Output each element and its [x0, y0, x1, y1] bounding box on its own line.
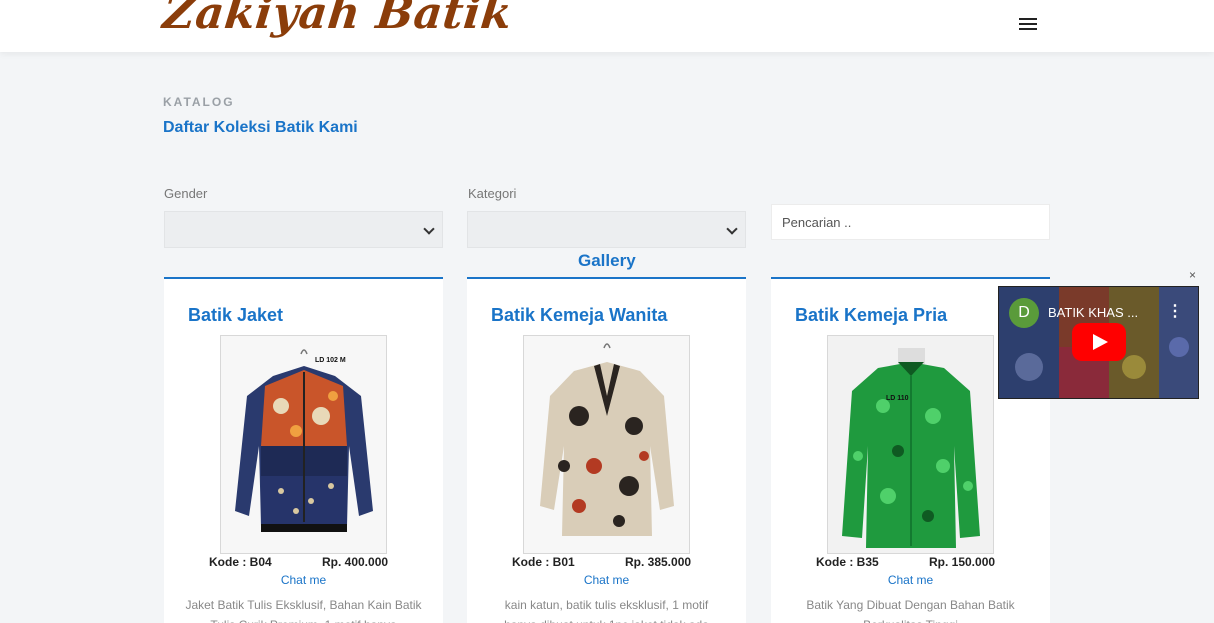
gender-label: Gender: [164, 186, 208, 201]
chevron-down-icon: [726, 223, 738, 235]
gallery-heading: Gallery: [578, 251, 636, 270]
chat-me-link[interactable]: Chat me: [467, 573, 746, 587]
product-description: Batik Yang Dibuat Dengan Bahan Batik Ber…: [806, 598, 1015, 623]
product-code: Kode : B01: [512, 555, 575, 569]
product-code: Kode : B35: [816, 555, 879, 569]
product-title[interactable]: Batik Kemeja Pria: [795, 305, 947, 326]
gender-select[interactable]: [164, 211, 443, 248]
product-description: kain katun, batik tulis eksklusif, 1 mot…: [504, 598, 709, 623]
product-price: Rp. 150.000: [929, 555, 996, 569]
product-tag: LD 110: [886, 395, 909, 402]
chat-me-link[interactable]: Chat me: [164, 573, 443, 587]
product-price: Rp. 385.000: [625, 555, 692, 569]
play-button-icon[interactable]: [1072, 323, 1126, 361]
product-price: Rp. 400.000: [322, 555, 389, 569]
chevron-down-icon: [423, 223, 435, 235]
product-description: Jaket Batik Tulis Eksklusif, Bahan Kain …: [185, 598, 422, 623]
catalog-title: Daftar Koleksi Batik Kami: [163, 119, 358, 136]
product-card: Batik Jaket LD 102 M Kode : B04 Rp. 400.…: [164, 277, 443, 623]
product-title[interactable]: Batik Jaket: [188, 305, 283, 326]
site-logo[interactable]: Zakiyah Batik: [160, 0, 514, 39]
product-title[interactable]: Batik Kemeja Wanita: [491, 305, 667, 326]
video-title[interactable]: BATIK KHAS ...: [1048, 305, 1138, 320]
kategori-select[interactable]: [467, 211, 746, 248]
hamburger-menu-icon[interactable]: [1019, 17, 1037, 31]
product-card: Batik Kemeja Wanita Kode : B01 Rp. 385.0…: [467, 277, 746, 623]
more-options-icon[interactable]: ⋮: [1167, 301, 1183, 321]
chat-me-link[interactable]: Chat me: [771, 573, 1050, 587]
kategori-label: Kategori: [468, 186, 517, 201]
channel-avatar[interactable]: D: [1009, 298, 1039, 328]
product-tag: LD 102 M: [315, 357, 346, 364]
search-input[interactable]: [771, 204, 1050, 240]
catalog-eyebrow: KATALOG: [163, 95, 235, 109]
product-image[interactable]: [523, 335, 690, 554]
product-image[interactable]: LD 102 M: [220, 335, 387, 554]
product-code: Kode : B04: [209, 555, 272, 569]
video-close-icon[interactable]: ×: [1189, 268, 1196, 282]
product-image[interactable]: LD 110: [827, 335, 994, 554]
floating-video-player[interactable]: D BATIK KHAS ... ⋮: [998, 286, 1199, 399]
site-header: Zakiyah Batik: [0, 0, 1214, 52]
